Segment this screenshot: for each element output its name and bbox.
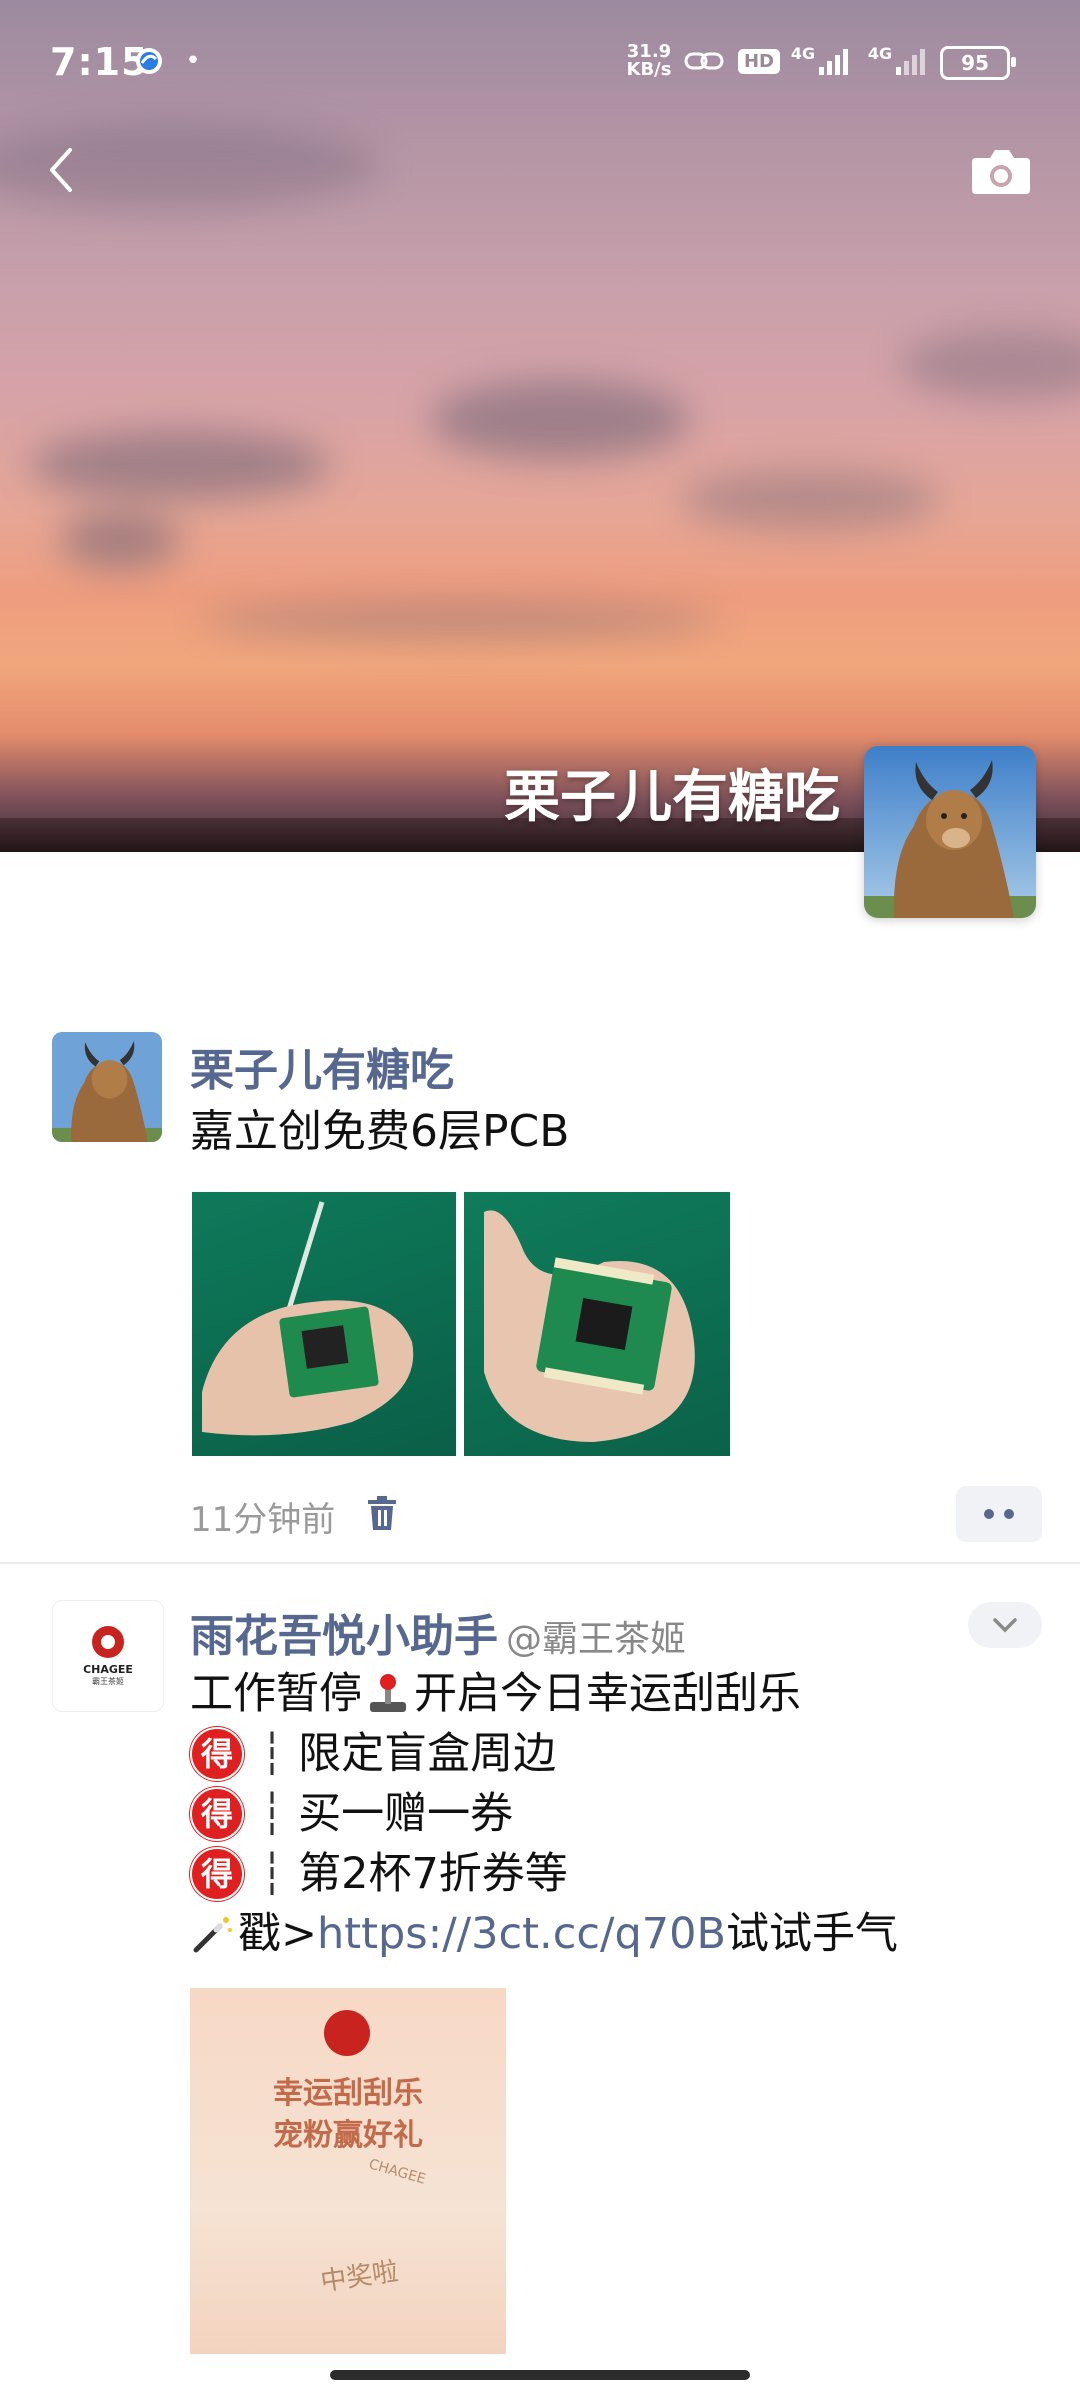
dot-icon (1004, 1509, 1014, 1519)
camera-button[interactable] (966, 140, 1036, 200)
hd-icon: HD (736, 44, 782, 78)
magic-wand-icon (193, 1917, 232, 1953)
post-line-text: 试试手气 (725, 1909, 898, 1959)
dot-icon: • (185, 46, 201, 76)
back-button[interactable] (34, 140, 94, 200)
signal2-label: 4G (867, 44, 893, 63)
post-body: 工作暂停 开启今日幸运刮刮乐 得 ┆ 限定盲盒周边 得 ┆ 买一赠一券 得 ┆ 第2杯7折券… (190, 1664, 898, 1964)
battery-indicator: 95 (940, 46, 1016, 80)
net-speed: 31.9 KB/s (622, 43, 676, 80)
post-line-text: 开启今日幸运刮刮乐 (414, 1669, 801, 1719)
post-line-text: 戳> (238, 1909, 318, 1959)
trash-icon (368, 1496, 396, 1530)
promo-stamp: 中奖啦 (318, 2256, 401, 2298)
post-line-text: 第2杯7折券等 (298, 1849, 568, 1899)
author-handle[interactable]: @霸王茶姬 (506, 1619, 686, 1660)
app-notification-icon (132, 44, 166, 78)
chagee-logo-icon (324, 2010, 370, 2056)
post-promo-image[interactable]: 幸运刮刮乐 宠粉赢好礼 CHAGEE 中奖啦 (190, 1988, 506, 2354)
chevron-left-icon (50, 148, 72, 192)
post-time: 11分钟前 (190, 1500, 336, 1540)
post-image-1[interactable] (192, 1192, 456, 1456)
separator: ┆ (260, 1851, 285, 1897)
chagee-logo-icon (92, 1626, 124, 1658)
de-badge-icon: 得 (190, 1787, 244, 1841)
post-line-text: 工作暂停 (190, 1669, 362, 1719)
profile-name[interactable]: 栗子儿有糖吃 (504, 752, 840, 833)
post-author-name[interactable]: 雨花吾悦小助手 @霸王茶姬 (190, 1600, 686, 1664)
brand-avatar[interactable]: CHAGEE 霸王茶姬 (52, 1600, 164, 1712)
post-text: 嘉立创免费6层PCB (190, 1106, 570, 1157)
post-link[interactable]: https://3ct.cc/q70B (317, 1904, 726, 1964)
post-line: 得 ┆ 第2杯7折券等 (190, 1844, 898, 1904)
joystick-icon (370, 1674, 406, 1712)
signal1-label: 4G (790, 44, 816, 63)
camera-icon (972, 150, 1030, 194)
profile-avatar[interactable] (864, 746, 1036, 918)
status-bar: 7:15 • 31.9 KB/s HD 4G 4G 95 (0, 0, 1080, 120)
post-line: 得 ┆ 买一赠一券 (190, 1784, 898, 1844)
separator: ┆ (260, 1731, 285, 1777)
chevron-down-icon (993, 1618, 1017, 1633)
de-badge-icon: 得 (190, 1727, 244, 1781)
brand-logo-text: CHAGEE (83, 1663, 133, 1676)
post-image-2[interactable] (464, 1192, 730, 1456)
net-speed-unit: KB/s (626, 59, 672, 80)
signal-icon-2: 4G (866, 44, 932, 78)
post-line: 得 ┆ 限定盲盒周边 (190, 1724, 898, 1784)
promo-brand: CHAGEE (366, 2156, 428, 2188)
post-divider (0, 1562, 1080, 1564)
brand-logo-sub: 霸王茶姬 (92, 1677, 124, 1686)
promo-title-1: 幸运刮刮乐 (273, 2076, 423, 2111)
post-line-text: 限定盲盒周边 (298, 1729, 557, 1779)
battery-level: 95 (961, 51, 989, 75)
home-indicator[interactable] (330, 2370, 750, 2380)
post-author-avatar[interactable] (52, 1032, 162, 1142)
dot-icon (984, 1509, 994, 1519)
collapse-button[interactable] (968, 1602, 1042, 1648)
separator: ┆ (260, 1791, 285, 1837)
signal-icon-1: 4G (790, 44, 854, 78)
link-icon (682, 44, 726, 78)
post-line-text: 买一赠一券 (298, 1789, 514, 1839)
post-author-name[interactable]: 栗子儿有糖吃 (190, 1034, 454, 1098)
more-actions-button[interactable] (956, 1486, 1042, 1542)
delete-button[interactable] (364, 1494, 400, 1532)
post-line: 工作暂停 开启今日幸运刮刮乐 (190, 1664, 898, 1724)
cover-image[interactable] (0, 0, 1080, 852)
author-name[interactable]: 雨花吾悦小助手 (190, 1611, 498, 1662)
de-badge-icon: 得 (190, 1847, 244, 1901)
hd-label: HD (737, 48, 780, 74)
promo-title-2: 宠粉赢好礼 (273, 2118, 423, 2153)
post-line: 戳> https://3ct.cc/q70B 试试手气 (190, 1904, 898, 1964)
